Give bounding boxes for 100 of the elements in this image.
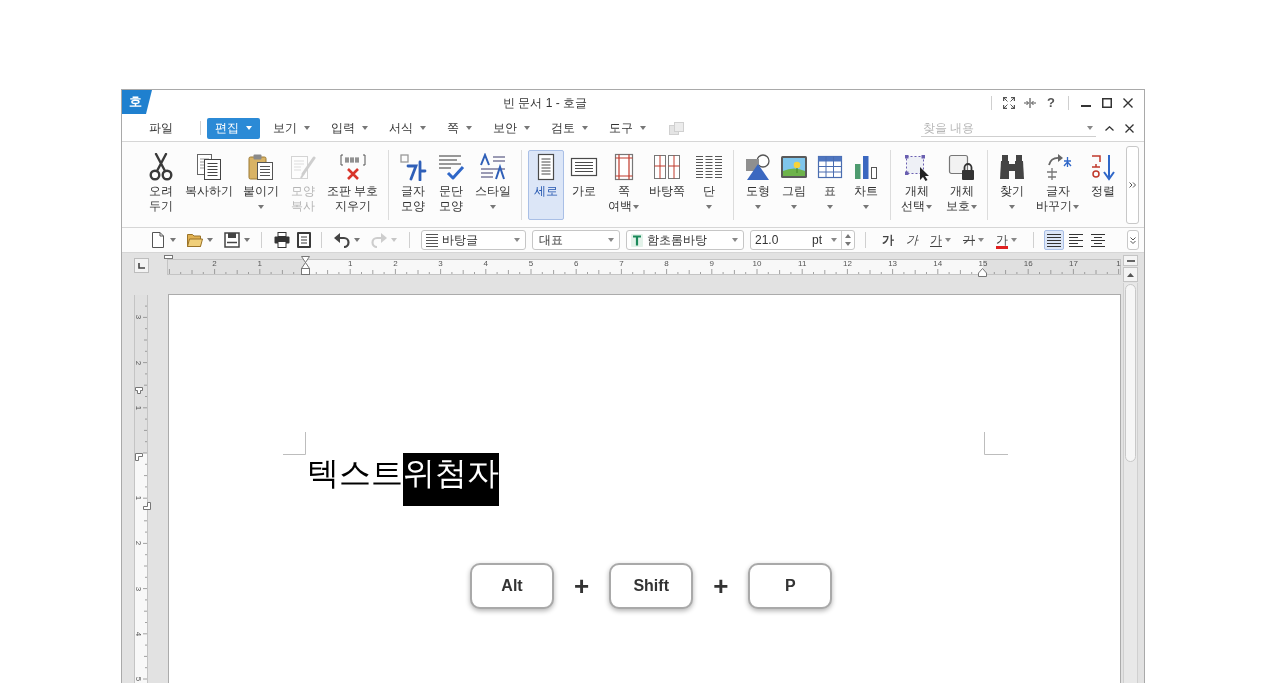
caret-icon [490, 205, 497, 209]
scissors-icon [147, 153, 175, 181]
scroll-up-button[interactable] [1123, 267, 1138, 282]
underline-button[interactable]: 가 [926, 230, 955, 250]
sort-button[interactable]: 정렬 [1085, 150, 1122, 220]
redo-arrow-icon [371, 232, 387, 248]
caret-icon [391, 238, 397, 242]
replace-button[interactable]: 글자 바꾸기 [1032, 150, 1084, 220]
tab-type-button[interactable] [134, 258, 149, 273]
cut-button[interactable]: 오려 두기 [143, 150, 179, 220]
select-object-button[interactable]: 개체 선택 [897, 150, 937, 220]
margin-marker-icon [164, 255, 173, 259]
italic-button[interactable]: 가 [902, 230, 922, 250]
copy-documents-icon [195, 153, 223, 181]
ruler-number: 14 [933, 260, 943, 268]
ruler-number: 10 [752, 260, 762, 268]
undo-button[interactable] [332, 230, 362, 250]
caret-icon [207, 238, 213, 242]
copy-button[interactable]: 복사하기 [181, 150, 237, 220]
master-page-button[interactable]: 바탕쪽 [645, 150, 690, 220]
caret-icon [732, 238, 738, 242]
hourglass-marker-icon [301, 256, 310, 275]
picture-icon [780, 153, 809, 181]
font-color-button[interactable]: 가 [992, 230, 1021, 250]
menu-item[interactable]: 보안 [485, 117, 538, 139]
scrollbar-thumb[interactable] [1125, 284, 1136, 462]
style-dropdown[interactable]: 바탕글 [421, 230, 526, 250]
menu-item[interactable]: 파일 [141, 117, 181, 139]
caret-icon [633, 204, 640, 209]
lines-check-icon [437, 153, 466, 181]
menu-item[interactable]: 편집 [207, 117, 260, 139]
style-button[interactable]: 스타일 [471, 150, 516, 220]
split-handle[interactable] [1123, 255, 1138, 266]
search-field[interactable]: 찾을 내용 [921, 119, 1096, 137]
protect-object-button[interactable]: 개체 보호 [942, 150, 982, 220]
para-shape-button[interactable]: 문단 모양 [433, 150, 470, 220]
menu-item[interactable]: 서식 [381, 117, 434, 139]
plus-sign: + [713, 571, 729, 601]
font-size-field[interactable]: 21.0 pt [750, 230, 855, 250]
page-margin-button[interactable]: 쪽 여백 [604, 150, 644, 220]
preview-button[interactable] [294, 230, 314, 250]
columns-icon [695, 153, 724, 181]
caret-icon [706, 205, 713, 209]
caret-icon [354, 238, 360, 242]
ruler-number: 11 [798, 260, 807, 268]
bold-button[interactable]: 가 [878, 230, 898, 250]
strikethrough-button[interactable]: 가 [959, 230, 988, 250]
caret-icon [524, 126, 530, 130]
portrait-button[interactable]: 세로 [528, 150, 565, 220]
caret-icon [362, 126, 368, 130]
ruler-number: 2 [134, 541, 143, 546]
justify-button[interactable] [1044, 230, 1064, 250]
menu-item[interactable]: 도구 [601, 117, 654, 139]
caret-icon [640, 126, 646, 130]
help-button[interactable]: ? [1041, 92, 1061, 113]
font-dropdown[interactable]: 함초롬바탕 [626, 230, 744, 250]
app-logo[interactable]: 호 [122, 90, 152, 114]
paste-button[interactable]: 붙이기 [239, 150, 283, 220]
keyboard-key: P [748, 563, 833, 609]
ruler-number: 17 [1068, 260, 1078, 268]
double-chevron-down-icon [1130, 236, 1136, 244]
chart-button[interactable]: 차트 [848, 150, 885, 220]
ruler-number: 1 [1116, 260, 1121, 268]
table-icon [816, 153, 845, 181]
ruler-number: 12 [842, 260, 852, 268]
vertical-scrollbar[interactable] [1123, 283, 1138, 683]
landscape-button[interactable]: 가로 [566, 150, 603, 220]
close-icon [1123, 97, 1133, 108]
spin-button[interactable] [841, 231, 854, 249]
ruler-number: 1 [347, 260, 353, 268]
shape-button[interactable]: 도형 [740, 150, 777, 220]
ruler-number: 8 [664, 260, 669, 268]
outline-dropdown[interactable]: 대표 [532, 230, 620, 250]
close-icon [1124, 123, 1134, 133]
t-marker-icon [135, 387, 143, 394]
char-shape-button[interactable]: 글자 모양 [395, 150, 432, 220]
center-lines-icon [1091, 233, 1105, 247]
caret-icon [863, 205, 870, 209]
picture-button[interactable]: 그림 [776, 150, 813, 220]
ruler-number: 7 [619, 260, 624, 268]
minimize-icon [1081, 105, 1091, 107]
columns-button[interactable]: 단 [691, 150, 728, 220]
caret-icon [304, 126, 310, 130]
ruler-number: 1 [134, 405, 143, 410]
menu-item[interactable]: 검토 [543, 117, 596, 139]
shapes-icon [744, 153, 773, 181]
menu-item[interactable]: 입력 [323, 117, 376, 139]
caret-icon [1009, 205, 1016, 209]
menu-item[interactable]: 보기 [265, 117, 318, 139]
justify-lines-icon [1047, 233, 1061, 247]
find-button[interactable]: 찾기 [994, 150, 1031, 220]
clear-marks-button[interactable]: 조판 부호 지우기 [323, 150, 383, 220]
save-button[interactable] [222, 230, 252, 250]
print-button[interactable] [272, 230, 292, 250]
caret-icon [244, 238, 250, 242]
lines-icon [426, 233, 438, 247]
table-button[interactable]: 표 [812, 150, 849, 220]
menu-item[interactable]: 쪽 [439, 117, 480, 139]
ruler-number: 15 [978, 260, 988, 268]
caret-icon [831, 238, 837, 242]
